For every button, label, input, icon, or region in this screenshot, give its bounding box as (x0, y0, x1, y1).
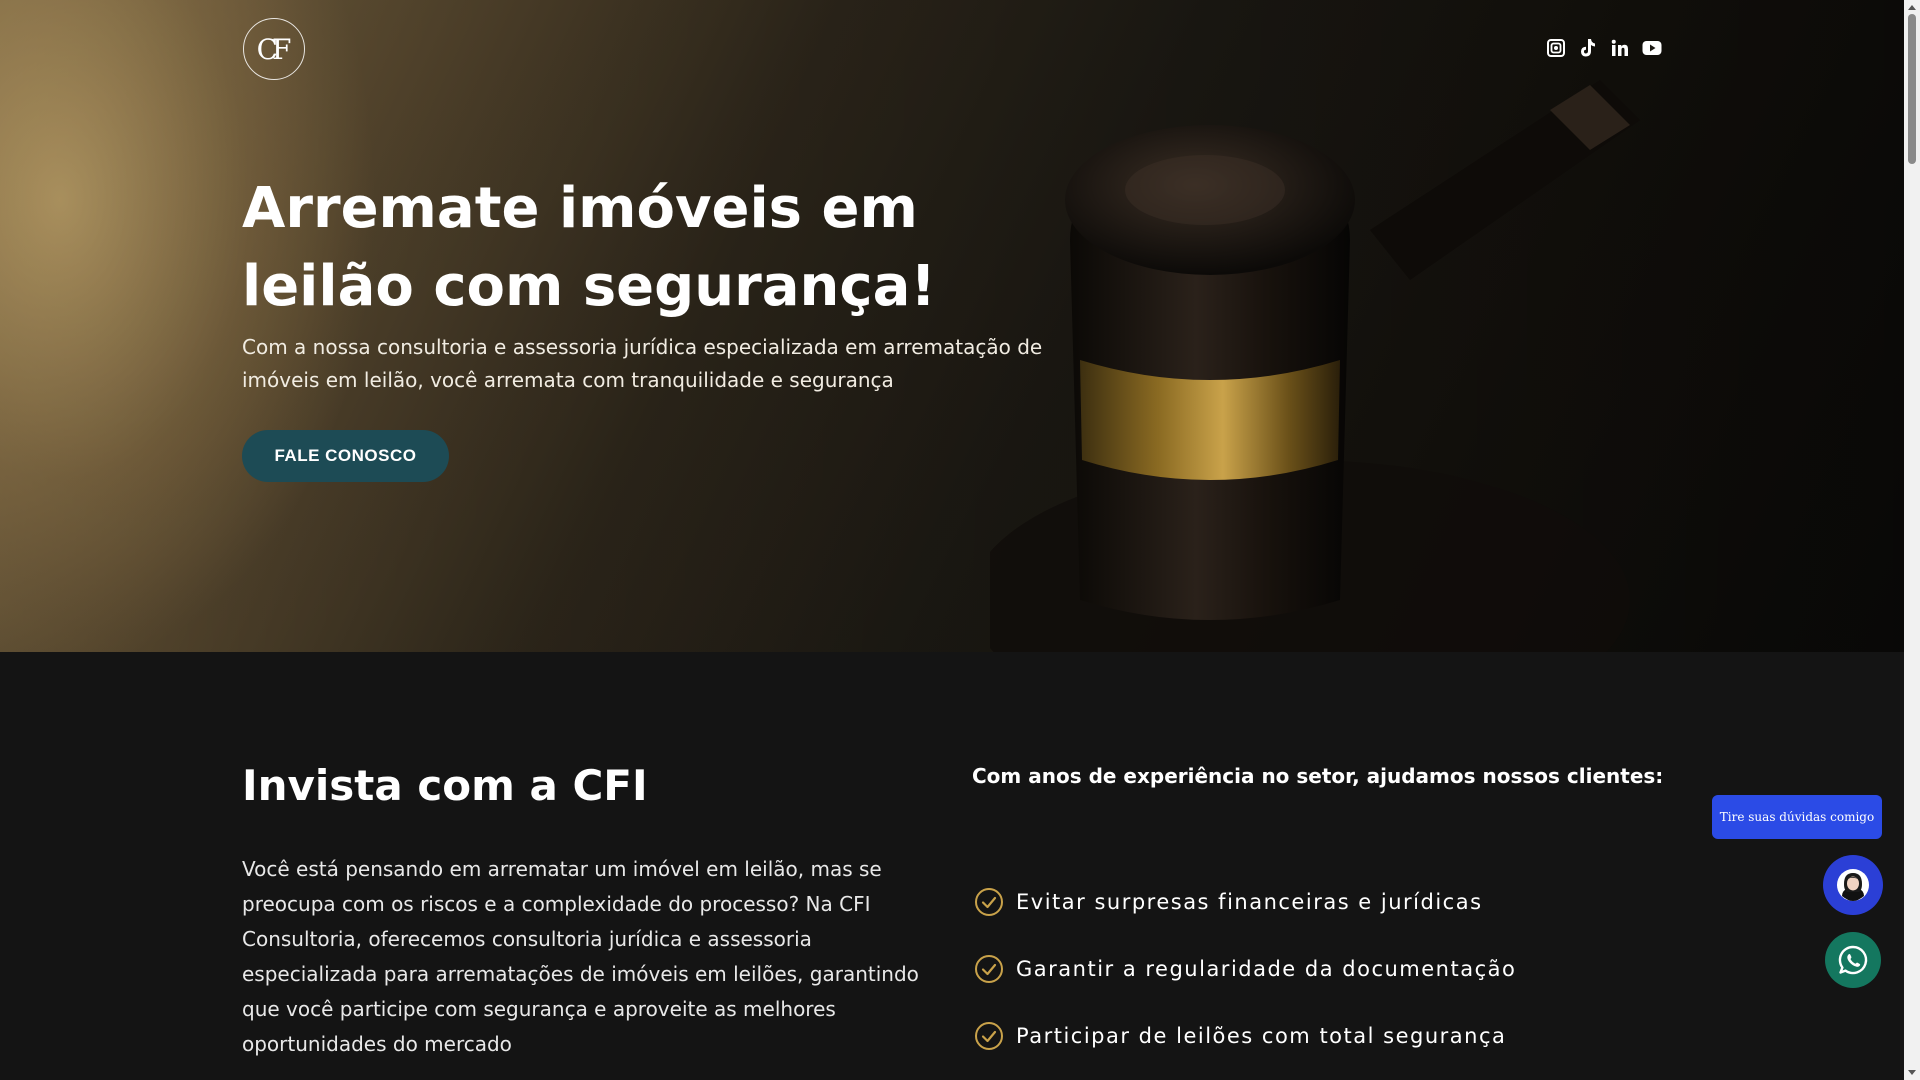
instagram-icon[interactable] (1546, 38, 1566, 58)
youtube-icon[interactable] (1642, 38, 1662, 58)
logo-text: CF (256, 32, 292, 66)
scrollbar-thumb[interactable] (1908, 14, 1916, 164)
check-circle-icon (975, 1021, 1003, 1050)
benefit-item: Participar de leilões com total seguranç… (974, 1002, 1516, 1069)
check-circle-icon (975, 887, 1003, 916)
hero-title-line-2: leilão com segurança! (242, 254, 936, 319)
section-text: Você está pensando em arrematar um imóve… (242, 857, 919, 1056)
benefit-label: Evitar surpresas financeiras e jurídicas (1016, 889, 1483, 914)
hero-title-line-1: Arremate imóveis em (242, 176, 918, 241)
social-links (1546, 38, 1662, 58)
tiktok-icon[interactable] (1578, 38, 1598, 58)
about-section: Invista com a CFI Você está pensando em … (0, 652, 1904, 1080)
contact-button[interactable]: FALE CONOSCO (242, 430, 449, 482)
linkedin-icon[interactable] (1610, 38, 1630, 58)
chat-avatar-button[interactable] (1823, 855, 1883, 915)
benefit-label: Participar de leilões com total seguranç… (1016, 1023, 1507, 1048)
benefit-label: Garantir a regularidade da documentação (1016, 956, 1517, 981)
chat-tooltip[interactable]: Tire suas dúvidas comigo (1712, 795, 1882, 839)
whatsapp-icon (1838, 945, 1868, 975)
scroll-down-arrow-icon[interactable] (1904, 1066, 1920, 1080)
benefit-item: Evitar surpresas financeiras e jurídicas (974, 868, 1516, 935)
benefit-item: Garantir a regularidade da documentação (974, 935, 1516, 1002)
page-scrollbar[interactable] (1904, 0, 1920, 1080)
avatar-icon (1837, 869, 1869, 901)
hero-section: CF Arremate imóveis em leilão com segura… (0, 0, 1904, 652)
scroll-up-arrow-icon[interactable] (1904, 0, 1920, 14)
hero-subtitle: Com a nossa consultoria e assessoria jur… (242, 335, 1043, 392)
whatsapp-button[interactable] (1825, 932, 1881, 988)
section-title: Invista com a CFI (242, 761, 648, 810)
benefits-heading: Com anos de experiência no setor, ajudam… (972, 764, 1664, 788)
check-circle-icon (975, 954, 1003, 983)
logo[interactable]: CF (243, 18, 305, 80)
benefits-list: Evitar surpresas financeiras e jurídicas… (974, 868, 1516, 1069)
hero-title: Arremate imóveis em leilão com segurança… (242, 170, 1002, 326)
